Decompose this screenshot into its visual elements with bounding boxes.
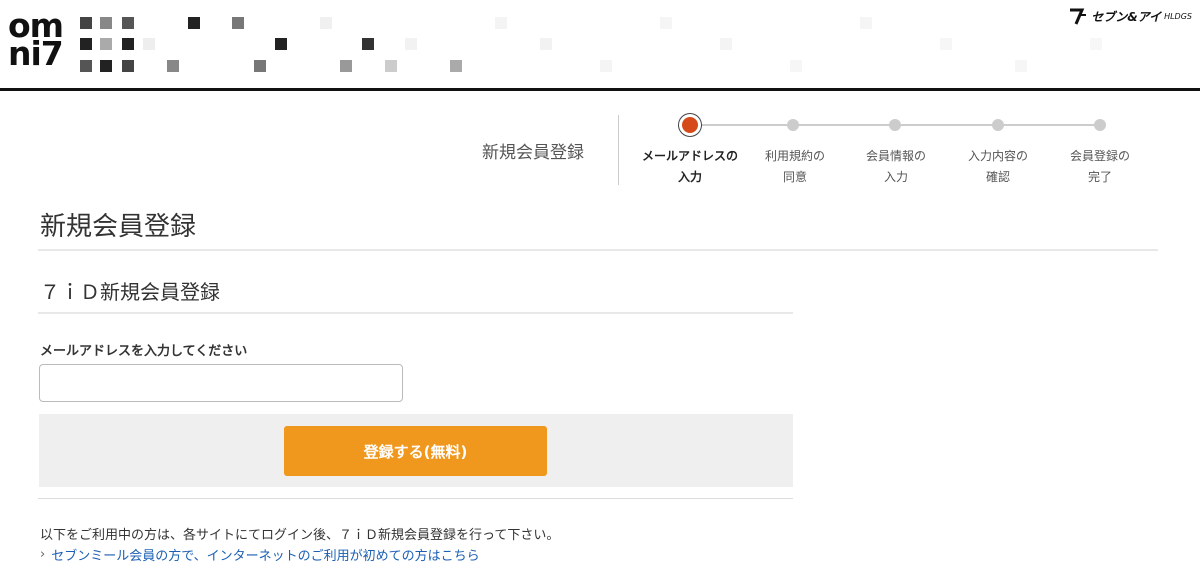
step-3-label: 会員情報の 入力: [865, 149, 926, 184]
button-area: 登録する(無料): [39, 414, 793, 487]
seven-and-i-logo[interactable]: セブン&アイ HLDGS: [1068, 6, 1192, 26]
step-2-label: 利用規約の 同意: [764, 149, 825, 184]
register-button[interactable]: 登録する(無料): [284, 426, 547, 476]
step-3-dot: [889, 119, 901, 131]
login-note: 以下をご利用中の方は、各サイトにてログイン後、７ｉＤ新規会員登録を行って下さい。: [40, 528, 560, 543]
seven-meal-link[interactable]: セブンミール会員の方で、インターネットのご利用が初めての方はこちら: [51, 545, 479, 564]
page-title: 新規会員登録: [40, 212, 197, 242]
step-2-dot: [787, 119, 799, 131]
step-1-dot-active: [682, 117, 698, 133]
seven-i-mark-icon: [1070, 8, 1087, 25]
email-input[interactable]: [39, 364, 403, 402]
title-divider: [38, 249, 1158, 251]
step-5-label: 会員登録の 完了: [1069, 149, 1130, 184]
omni7-logo[interactable]: om ni7: [8, 9, 76, 76]
seven-meal-link-row[interactable]: › セブンミール会員の方で、インターネットのご利用が初めての方はこちら: [40, 545, 480, 564]
email-label: メールアドレスを入力してください: [40, 344, 248, 359]
stepper-divider: [618, 115, 619, 185]
step-4-label: 入力内容の 確認: [967, 149, 1028, 184]
step-4-dot: [992, 119, 1004, 131]
site-header: om ni7 セブン&アイ HLDGS: [0, 0, 1200, 91]
section-title: ７ｉＤ新規会員登録: [40, 280, 220, 304]
step-1-label: メールアドレスの 入力: [641, 149, 738, 184]
section-divider: [38, 312, 793, 314]
stepper-title: 新規会員登録: [482, 143, 584, 163]
footer-divider: [38, 498, 793, 499]
step-5-dot: [1094, 119, 1106, 131]
chevron-right-icon: ›: [40, 547, 46, 562]
